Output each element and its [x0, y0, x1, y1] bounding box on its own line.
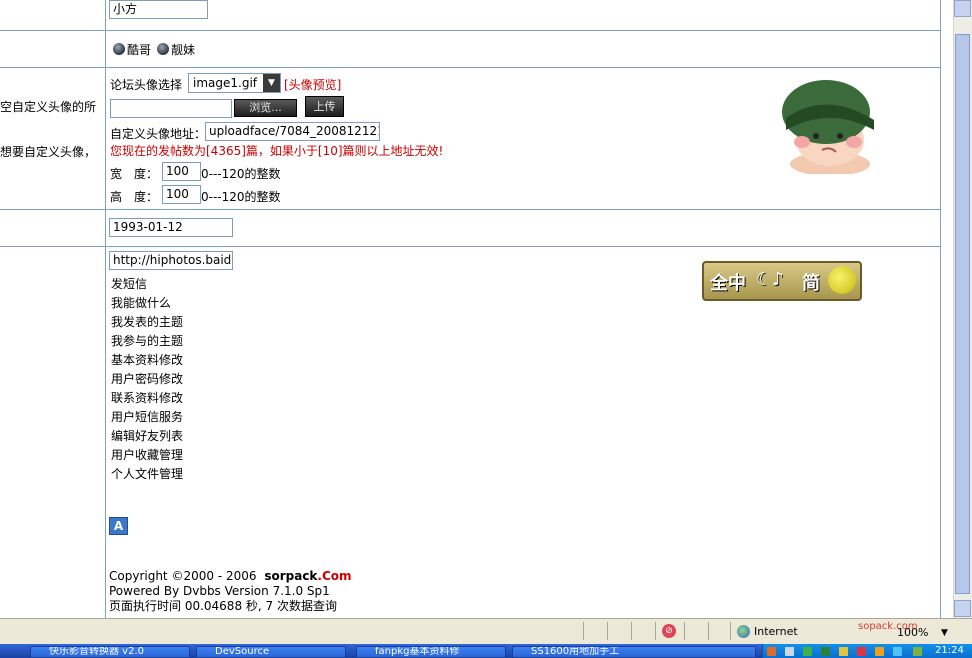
tray-icon[interactable] — [839, 647, 848, 656]
row-divider — [0, 209, 941, 210]
menu-item[interactable]: 联系资料修改 — [111, 390, 183, 406]
custom-avatar-label: 自定义头像地址： — [110, 127, 207, 141]
status-bar — [0, 618, 972, 645]
scroll-thumb[interactable] — [955, 34, 970, 594]
menu-item[interactable]: 我参与的主题 — [111, 333, 183, 349]
menu-item[interactable]: 编辑好友列表 — [111, 428, 183, 444]
table-divider — [940, 0, 941, 618]
site-watermark: sopack.com — [858, 621, 918, 632]
avatar-help-text: 想要自定义头像， — [0, 145, 97, 159]
brand-domain[interactable]: .Com — [317, 569, 351, 583]
menu-item[interactable]: 用户密码修改 — [111, 371, 183, 387]
tray-icon[interactable] — [893, 647, 902, 656]
gender-radio-female[interactable] — [157, 43, 169, 55]
tray-icon[interactable] — [785, 647, 794, 656]
row-divider — [0, 246, 941, 247]
moon-icon: ☾♪ — [756, 269, 784, 290]
avatar-preview-link[interactable]: [头像预览] — [284, 77, 341, 93]
tray-icon[interactable] — [803, 647, 812, 656]
banner-text-2: 简 — [802, 273, 820, 294]
taskbar-button[interactable]: DevSource — [196, 646, 346, 658]
taskbar-button[interactable]: SS1600用地加手工 — [512, 646, 756, 658]
menu-item[interactable]: 发短信 — [111, 276, 147, 292]
footer: Copyright ©2000 - 2006 sorpack.Com Power… — [109, 569, 352, 614]
menu-item[interactable]: 用户收藏管理 — [111, 447, 183, 463]
avatar-select-label: 论坛头像选择 — [110, 78, 183, 92]
tray-icon[interactable] — [875, 647, 884, 656]
width-hint: 0---120的整数 — [201, 167, 281, 181]
avatar-select-value: image1.gif — [193, 76, 258, 90]
tray-icon[interactable] — [767, 647, 776, 656]
signature-banner: 全中 ☾♪ 简 — [702, 261, 862, 301]
username-field[interactable]: 小方 — [109, 0, 208, 19]
status-separator — [631, 622, 632, 640]
birthday-field[interactable]: 1993-01-12 — [109, 218, 233, 237]
gender-radio-male[interactable] — [113, 43, 125, 55]
scroll-up-button[interactable] — [954, 0, 971, 17]
homepage-field[interactable]: http://hiphotos.baidu — [109, 251, 233, 270]
upload-button[interactable]: 上传 — [305, 96, 344, 117]
status-separator — [708, 622, 709, 640]
gender-label-male: 酷哥 — [127, 43, 152, 57]
height-hint: 0---120的整数 — [201, 190, 281, 204]
status-separator — [730, 622, 731, 640]
blocked-icon[interactable]: ⊘ — [662, 624, 676, 638]
post-count-notice: 您现在的发帖数为[4365]篇，如果小于[10]篇则以上地址无效! — [110, 144, 444, 158]
width-label: 宽 度： — [110, 167, 159, 181]
forum-profile-page: 小方 酷哥 靓妹 空自定义头像的所 想要自定义头像， 论坛头像选择 image1… — [0, 0, 952, 618]
browse-button[interactable]: 浏览... — [234, 99, 297, 117]
height-label: 高 度： — [110, 190, 159, 204]
clock[interactable]: 21:24 — [935, 645, 964, 657]
status-separator — [583, 622, 584, 640]
avatar-image — [782, 80, 874, 174]
system-tray: 21:24 — [762, 644, 972, 658]
powered-by-text: Powered By Dvbbs Version 7.1.0 Sp1 — [109, 584, 330, 598]
globe-icon — [737, 625, 750, 638]
tray-icon[interactable] — [821, 647, 830, 656]
custom-avatar-field[interactable]: uploadface/7084_2008121216 — [205, 122, 380, 141]
menu-item[interactable]: 用户短信服务 — [111, 409, 183, 425]
taskbar-button[interactable]: 快乐影音转换器 v2.0 — [30, 646, 190, 658]
menu-item[interactable]: 个人文件管理 — [111, 466, 183, 482]
tray-icon[interactable] — [913, 647, 922, 656]
menu-item[interactable]: 我能做什么 — [111, 295, 171, 311]
copyright-text: Copyright ©2000 - 2006 — [109, 569, 257, 583]
zoom-dropdown-icon[interactable]: ▼ — [941, 626, 948, 640]
status-separator — [655, 622, 656, 640]
menu-item[interactable]: 我发表的主题 — [111, 314, 183, 330]
chevron-down-icon[interactable]: ▼ — [263, 74, 280, 92]
avatar-height-field[interactable]: 100 — [162, 185, 201, 204]
status-separator — [684, 622, 685, 640]
menu-item[interactable]: 基本资料修改 — [111, 352, 183, 368]
smiley-sun-icon — [828, 266, 856, 294]
row-divider — [0, 30, 941, 31]
table-divider — [105, 0, 106, 618]
font-a-icon[interactable]: A — [109, 517, 128, 535]
brand-name[interactable]: sorpack — [264, 569, 317, 583]
avatar-help-text: 空自定义头像的所 — [0, 100, 97, 114]
upload-file-field[interactable] — [110, 99, 232, 118]
tray-icon[interactable] — [857, 647, 866, 656]
gender-label-female: 靓妹 — [171, 43, 196, 57]
execution-time-text: 页面执行时间 00.04688 秒, 7 次数据查询 — [109, 599, 337, 613]
row-divider — [0, 67, 941, 68]
avatar-select[interactable]: image1.gif ▼ — [188, 73, 281, 93]
scroll-down-button[interactable] — [954, 600, 971, 617]
internet-zone-label: Internet — [754, 625, 798, 638]
avatar-width-field[interactable]: 100 — [162, 162, 201, 181]
status-separator — [607, 622, 608, 640]
banner-text: 全中 — [710, 273, 746, 294]
taskbar-button[interactable]: fanpkg基本资料修 — [356, 646, 506, 658]
